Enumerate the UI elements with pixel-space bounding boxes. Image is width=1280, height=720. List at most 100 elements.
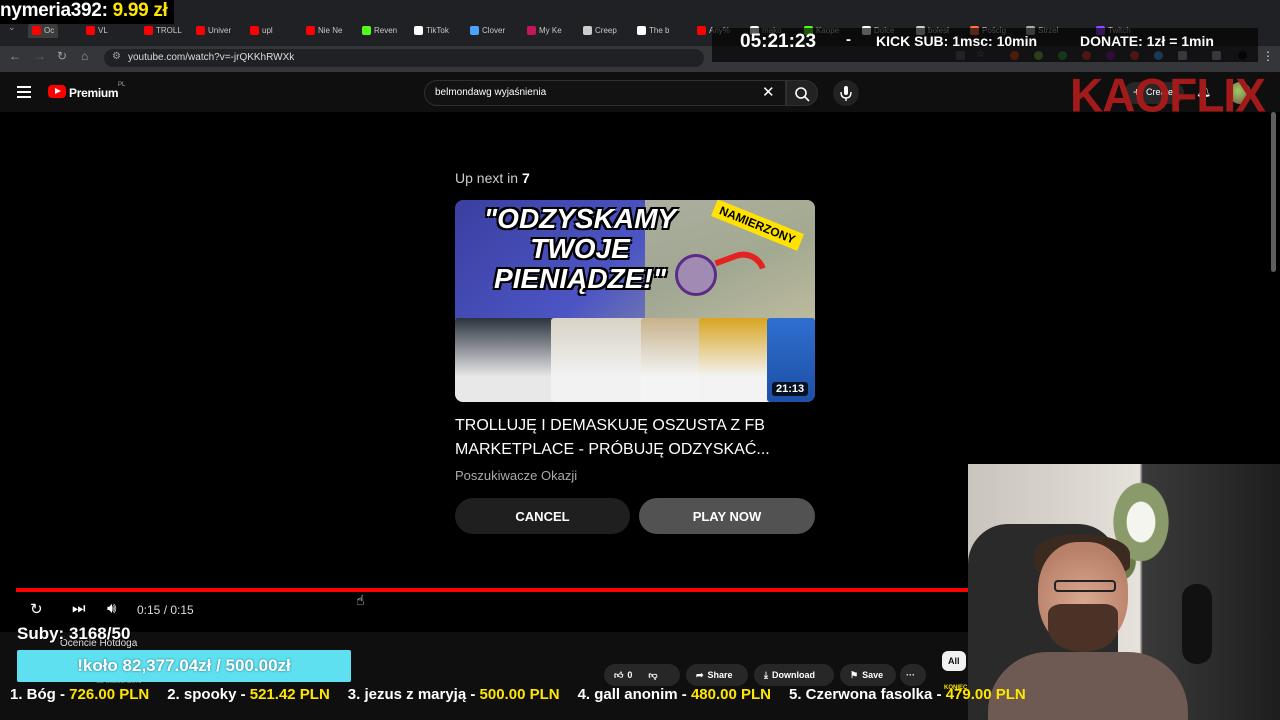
url-text: youtube.com/watch?v=-jrQKKhRWXk [128,52,295,63]
more-icon: ··· [906,670,915,680]
voice-search-button[interactable] [833,80,859,106]
like-icon[interactable]: 👍︎ [614,670,623,681]
tab-label: The b [649,25,670,35]
ticker-amount: 726.00 PLN [69,686,150,703]
browser-tab[interactable]: Univer [196,22,231,38]
browser-tab[interactable]: upl [250,22,273,38]
clear-search-icon[interactable]: ✕ [762,84,775,102]
subathon-timer: 05:21:23 [740,31,817,52]
video-time: 0:15 / 0:15 [137,603,194,617]
thumbnail-listing-cards [455,318,815,402]
mouse-pointer-icon: ☝︎ [356,592,365,608]
up-next-prefix: Up next in [455,170,519,186]
ticker-donor: 5. Czerwona fasolka - [788,686,946,703]
browser-tab[interactable]: Clover [470,22,505,38]
browser-tab[interactable]: My Ke [527,22,562,38]
home-icon[interactable]: ⌂ [81,49,88,63]
browser-tab[interactable]: TikTok [414,22,449,38]
page-scrollbar[interactable] [1271,112,1276,272]
tab-label: Clover [482,25,506,35]
hamburger-menu-icon[interactable] [17,86,31,98]
tab-label: VL [98,25,108,35]
ticker-donor: 4. gall anonim - [577,686,691,703]
search-icon [795,87,810,102]
reload-icon[interactable]: ↻ [57,49,67,63]
tab-label: Nie Ne [318,25,343,35]
tab-label: upl [262,25,273,35]
like-count: 0 [627,670,633,680]
tab-favicon-icon [86,25,95,35]
video-progress-bar[interactable] [16,588,968,592]
browser-tab[interactable]: Reven [362,22,397,38]
bookmark-icon: ⚑ [850,669,859,680]
tab-favicon-icon [32,25,41,35]
video-duration-badge: 21:13 [772,382,809,396]
microphone-icon [1182,584,1212,664]
tab-favicon-icon [306,25,315,35]
tab-label: Oc [44,25,55,35]
up-next-seconds: 7 [521,170,530,186]
share-label: Share [707,670,733,680]
save-button[interactable]: ⚑ Save [840,664,896,686]
subscriber-goal: Suby: 3168/50 [17,624,131,643]
next-video-channel[interactable]: Poszukiwacze Okazji [455,468,577,483]
like-dislike-group: 👍︎ 0 👎︎ [604,664,680,686]
tab-label: My Ke [539,25,562,35]
kick-sub-rate: KICK SUB: 1msc: 10min [876,33,1038,49]
tab-favicon-icon [144,25,153,35]
ticker-amount: 521.42 PLN [249,686,330,703]
timer-separator: - [846,31,851,48]
dislike-icon[interactable]: 👎︎ [648,670,657,681]
cancel-autoplay-button[interactable]: CANCEL [455,498,630,534]
ticker-amount: 479.00 PLN [945,686,1026,703]
tab-favicon-icon [362,25,371,35]
ticker-donor: 1. Bóg - [10,686,70,703]
site-info-icon[interactable]: ⚙ [112,51,121,62]
microphone-icon [840,86,852,101]
tab-favicon-icon [414,25,423,35]
tab-favicon-icon [527,25,536,35]
tab-label: TROLL [156,25,182,35]
browser-tab[interactable]: Nie Ne [306,22,342,38]
tab-label: Univer [208,25,232,35]
youtube-logo-icon[interactable] [48,85,66,98]
browser-menu-icon[interactable]: ⋮ [1262,49,1274,63]
browser-tab[interactable]: VL [86,22,108,38]
browser-tab[interactable]: The b [637,22,669,38]
download-icon: ⤓ [764,669,768,680]
ticker-amount: 500.00 PLN [479,686,560,703]
search-input[interactable]: belmondawg wyjaśnienia [424,80,786,106]
ticker-entry: 3. jezus z maryją - 500.00 PLN [348,686,560,703]
up-next-countdown: Up next in 7 [455,170,530,186]
ticker-donor: 2. spooky - [167,686,250,703]
replay-icon[interactable]: ↻ [30,600,43,618]
volume-icon[interactable]: 🔊︎ [107,600,116,617]
next-video-title[interactable]: TROLLUJĘ I DEMASKUJĘ OSZUSTA Z FB MARKET… [455,414,815,462]
youtube-premium-logo[interactable]: Premium [69,86,119,100]
tab-label: Reven [374,25,398,35]
share-button[interactable]: ➦ Share [686,664,748,686]
url-field[interactable]: ⚙ youtube.com/watch?v=-jrQKKhRWXk [104,49,704,67]
next-video-icon[interactable]: ⏭︎ [72,600,86,617]
donate-rate: DONATE: 1zł = 1min [1080,33,1214,49]
ticker-entry: 5. Czerwona fasolka - 479.00 PLN [789,686,1026,703]
browser-tab[interactable]: Oc [28,22,59,38]
forward-icon[interactable]: → [34,49,46,63]
download-button[interactable]: ⤓ Download [754,664,834,686]
more-actions-button[interactable]: ··· [900,664,926,686]
filter-chip-all[interactable]: All [942,651,966,671]
thumbnail-headline: "ODZYSKAMY TWOJE PIENIĄDZE!" [483,203,677,294]
browser-tab[interactable]: Creep [583,22,617,38]
play-now-button[interactable]: PLAY NOW [639,498,815,534]
wheel-goal-bar: !koło 82,377.04zł / 500.00zł [17,650,351,682]
browser-tab[interactable]: TROLL [144,22,182,38]
donor-amount: 9.99 zł [112,0,168,21]
progress-fill [16,588,968,592]
tab-favicon-icon [583,25,592,35]
ticker-donor: 3. jezus z maryją - [347,686,480,703]
next-video-thumbnail[interactable]: "ODZYSKAMY TWOJE PIENIĄDZE!" NAMIERZONY [455,200,815,402]
ticker-entry: 4. gall anonim - 480.00 PLN [578,686,771,703]
search-button[interactable] [786,80,818,106]
back-icon[interactable]: ← [9,49,21,63]
tab-label: Creep [595,25,617,35]
